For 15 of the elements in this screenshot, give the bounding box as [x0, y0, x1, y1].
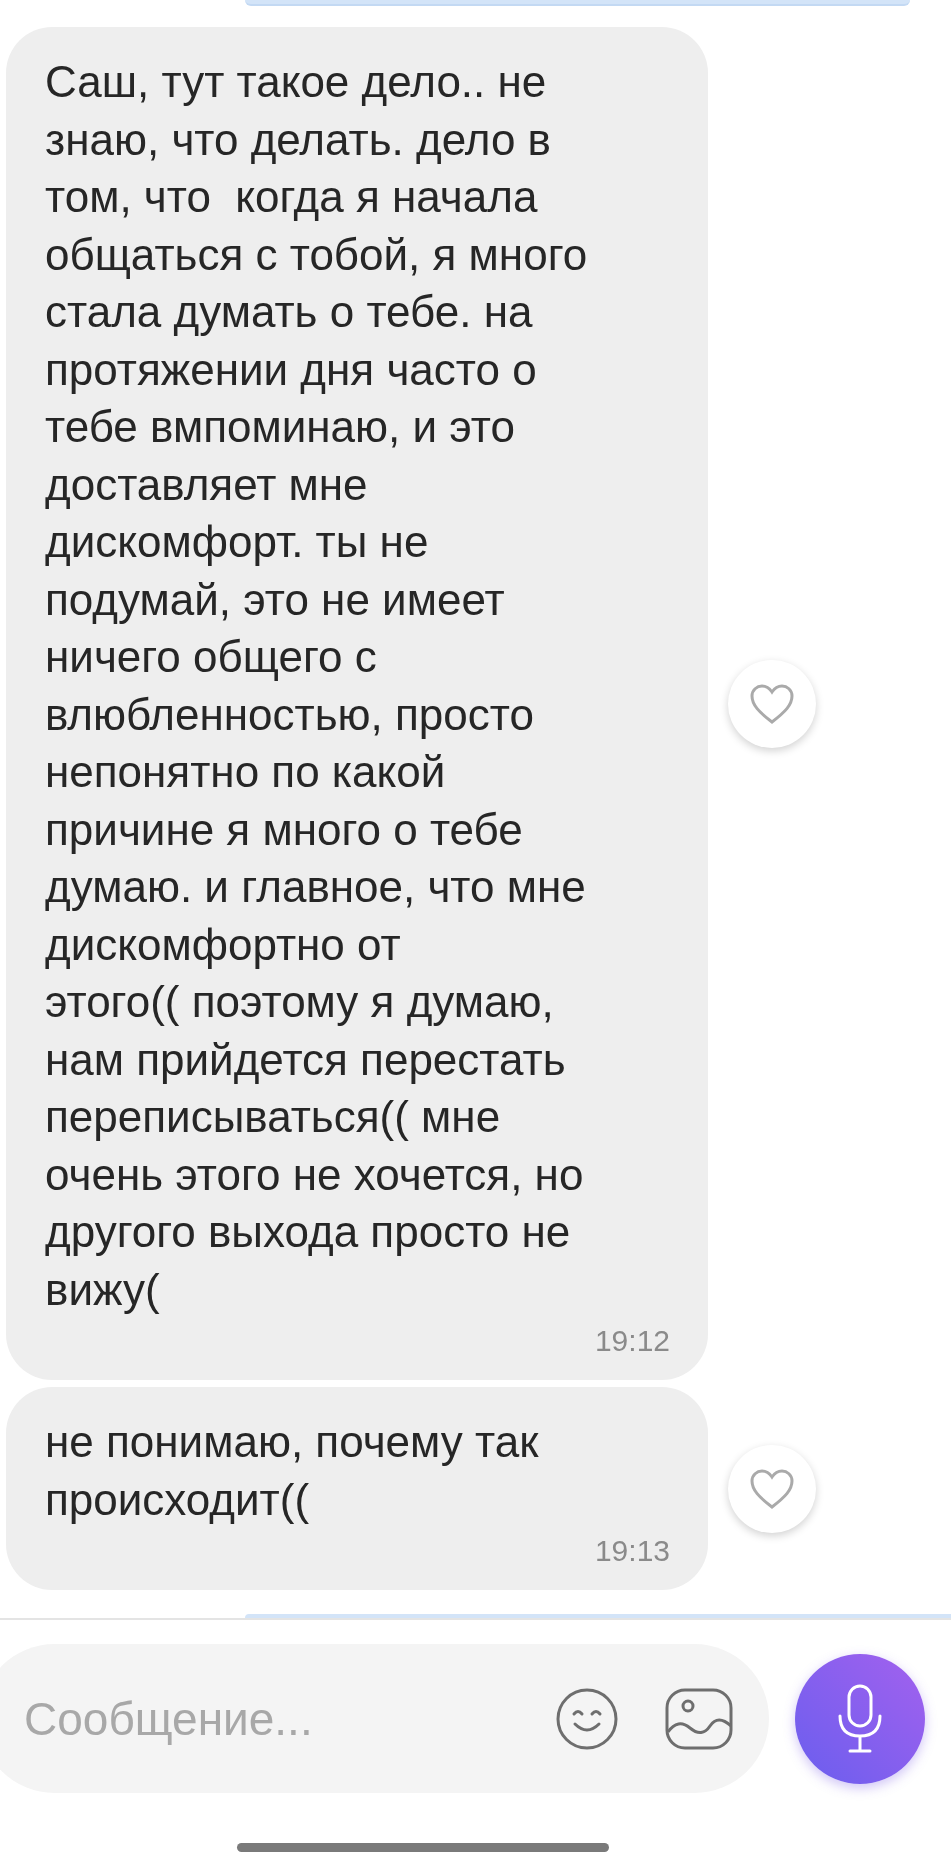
smiley-icon	[555, 1686, 619, 1751]
image-icon	[665, 1687, 733, 1750]
microphone-icon	[837, 1683, 883, 1754]
message-input[interactable]: Сообщение...	[22, 1690, 527, 1747]
emoji-button[interactable]	[555, 1686, 619, 1751]
voice-button[interactable]	[795, 1653, 925, 1784]
heart-icon	[749, 682, 795, 725]
message-time: 19:13	[594, 1534, 670, 1568]
like-button[interactable]	[728, 659, 816, 748]
like-button[interactable]	[728, 1444, 816, 1533]
message-text: не понимаю, почему так происходит((	[45, 1416, 540, 1526]
heart-icon	[749, 1467, 795, 1510]
gallery-button[interactable]	[665, 1687, 733, 1750]
message-text: Саш, тут такое дело.. не знаю, что делать. дело в том, что когда я начала общаться с тобой, я много стала думать о тебе. на протяжении дня часто о тебе вмпоминаю, и это доставляет мне дискомфорт. ты не подумай, это не имеет ничего общего с влюбленностью, просто непонятно по какой причине я много о тебе думаю. и главное, что мне дискомфортно от этого(( поэтому я думаю, нам прийдется перестать переписываться(( мне очень этого не хочется, но другого выхода просто не вижу(	[45, 56, 589, 1316]
message-time: 19:12	[594, 1324, 670, 1358]
